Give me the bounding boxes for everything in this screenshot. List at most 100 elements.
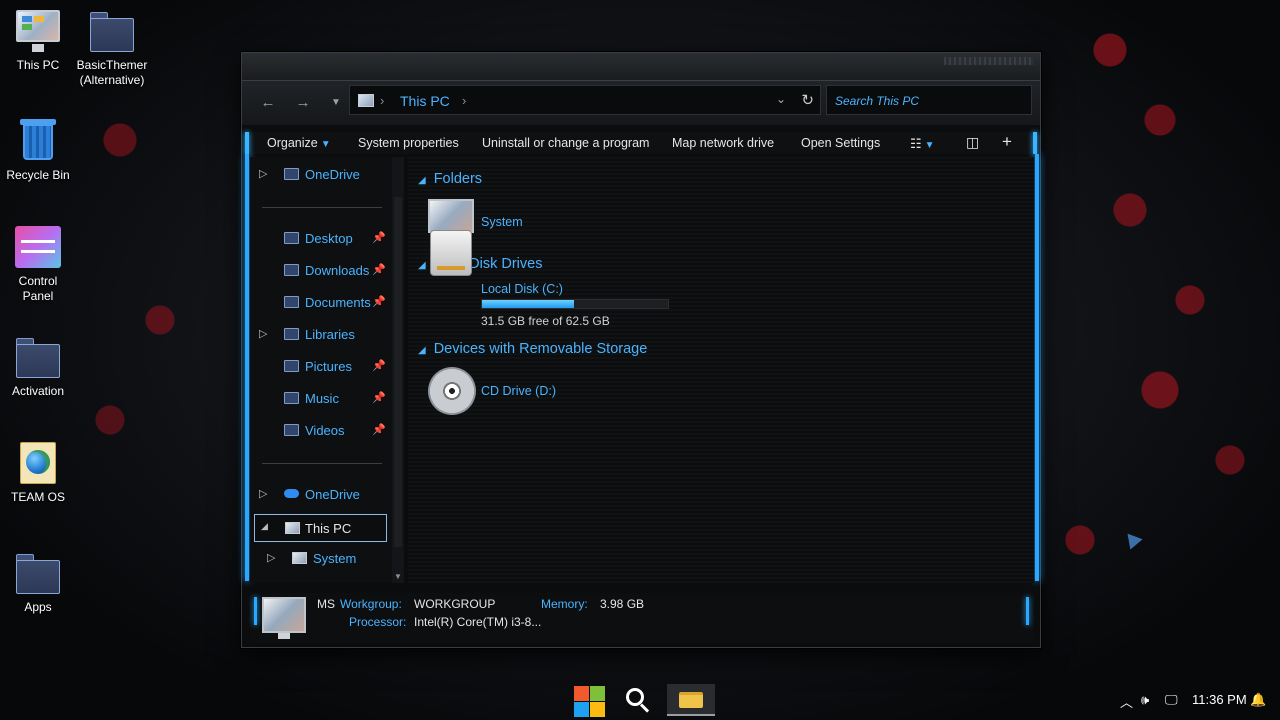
collapse-icon[interactable]: ◢	[261, 521, 268, 532]
scroll-down-arrow-icon[interactable]: ▼	[394, 572, 402, 581]
search-icon[interactable]	[626, 688, 650, 713]
clock[interactable]: 11:36 PM	[1192, 692, 1247, 707]
recent-locations-chevron-icon[interactable]: ▼	[326, 93, 346, 113]
nav-item-onedrive-top[interactable]: ▷ OneDrive	[250, 163, 390, 187]
system-icon	[292, 552, 307, 564]
hard-drive-icon	[430, 230, 472, 276]
navigation-scrollbar[interactable]: ▼	[392, 157, 404, 583]
address-dropdown-icon[interactable]: ⌄	[776, 92, 786, 106]
nav-item-label: Libraries	[305, 327, 355, 342]
cd-drive-icon	[428, 367, 476, 415]
pin-icon: 📌	[372, 296, 386, 308]
nav-item-pictures[interactable]: Pictures 📌	[250, 355, 390, 379]
nav-item-label: Videos	[305, 423, 345, 438]
search-box[interactable]: Search This PC	[826, 85, 1032, 115]
expand-icon[interactable]: ▷	[267, 551, 275, 564]
workgroup-label: Workgroup:	[340, 597, 402, 611]
address-bar[interactable]: › This PC › ⌄ ↻	[349, 85, 821, 115]
pc-icon	[285, 522, 300, 534]
windows-logo-icon	[574, 686, 589, 701]
uninstall-program-button[interactable]: Uninstall or change a program	[482, 136, 649, 150]
pc-icon	[262, 597, 306, 633]
title-bar[interactable]	[242, 53, 1040, 81]
nav-item-this-pc[interactable]: ◢ This PC	[254, 514, 387, 542]
chevron-up-icon[interactable]: ︿	[1120, 692, 1133, 711]
volume-icon[interactable]: 🕪	[1141, 692, 1149, 708]
accent-edge	[1033, 132, 1037, 154]
collapse-icon: ◢	[418, 175, 426, 186]
accent-edge	[245, 132, 249, 154]
desktop-icon-activation[interactable]: Activation	[0, 334, 76, 399]
breadcrumb-this-pc[interactable]: This PC	[400, 93, 450, 109]
chevron-down-icon: ▼	[924, 140, 935, 151]
chevron-down-icon: ▼	[320, 139, 331, 150]
expand-icon[interactable]: ▷	[259, 167, 267, 180]
music-folder-icon	[284, 392, 299, 404]
accent-edge	[1035, 154, 1039, 581]
scrollbar-thumb[interactable]	[394, 197, 402, 547]
nav-item-label: This PC	[305, 521, 352, 536]
preview-pane-icon[interactable]: ◫	[966, 134, 979, 151]
map-network-drive-button[interactable]: Map network drive	[672, 136, 774, 150]
nav-item-music[interactable]: Music 📌	[250, 387, 390, 411]
nav-item-libraries[interactable]: ▷ Libraries	[250, 323, 390, 347]
new-item-icon[interactable]: +	[1002, 132, 1012, 152]
disk-capacity-bar	[481, 299, 669, 309]
expand-icon[interactable]: ▷	[259, 487, 267, 500]
accent-edge	[245, 154, 249, 581]
title-decoration	[944, 57, 1034, 65]
desktop-icon-recycle-bin[interactable]: Recycle Bin	[0, 118, 76, 183]
accent-edge	[254, 597, 257, 625]
change-view-icon[interactable]: ☷ ▼	[910, 136, 935, 152]
desktop-icon-apps[interactable]: Apps	[0, 550, 76, 615]
content-pane: ◢ Folders System ◢ Hard Disk Drives Local …	[408, 157, 1034, 583]
desktop-icon-label: Activation	[11, 384, 65, 398]
organize-label: Organize	[267, 136, 318, 150]
taskbar-file-explorer[interactable]	[667, 684, 715, 716]
folder-icon	[14, 334, 62, 380]
nav-item-label: Downloads	[305, 263, 370, 278]
processor-label: Processor:	[349, 615, 407, 629]
nav-item-label: OneDrive	[305, 487, 360, 502]
mouse-cursor-icon	[1121, 528, 1143, 550]
nav-item-label: OneDrive	[305, 167, 360, 182]
nav-item-videos[interactable]: Videos 📌	[250, 419, 390, 443]
back-arrow-icon[interactable]: ←	[258, 93, 278, 113]
system-properties-button[interactable]: System properties	[358, 136, 459, 150]
pictures-folder-icon	[284, 360, 299, 372]
nav-item-system[interactable]: ▷ System	[250, 547, 390, 571]
expand-icon[interactable]: ▷	[259, 327, 267, 340]
pin-icon: 📌	[372, 424, 386, 436]
desktop-icon-label: Recycle Bin	[6, 168, 70, 182]
pc-stand	[278, 633, 290, 639]
group-header-folders[interactable]: ◢ Folders	[418, 171, 482, 187]
navigation-bar: ← → ▼ › This PC › ⌄ ↻ Search This PC	[242, 81, 1040, 125]
desktop-icon-this-pc[interactable]: This PC	[0, 8, 76, 73]
desktop-icon-basicthemer[interactable]: BasicThemer (Alternative)	[74, 8, 150, 88]
desktop-icon-label: Apps	[24, 600, 52, 614]
recycle-bin-icon	[14, 118, 62, 164]
nav-item-documents[interactable]: Documents 📌	[250, 291, 390, 315]
item-label: System	[481, 215, 523, 229]
desktop-icon-control-panel[interactable]: Control Panel	[0, 224, 76, 304]
nav-item-desktop[interactable]: Desktop 📌	[250, 227, 390, 251]
videos-folder-icon	[284, 424, 299, 436]
open-settings-button[interactable]: Open Settings	[801, 136, 880, 150]
windows-logo-segment	[590, 702, 605, 717]
desktop-icon-label: Control Panel	[18, 274, 58, 303]
group-header-removable-storage[interactable]: ◢ Devices with Removable Storage	[418, 341, 647, 357]
forward-arrow-icon[interactable]: →	[293, 93, 313, 113]
pin-icon: 📌	[372, 264, 386, 276]
pin-icon: 📌	[372, 360, 386, 372]
breadcrumb-separator[interactable]: ›	[462, 93, 466, 108]
nav-item-onedrive[interactable]: ▷ OneDrive	[250, 483, 390, 507]
notification-icon[interactable]: 🔔	[1250, 692, 1266, 708]
desktop-icon-label: BasicThemer (Alternative)	[76, 58, 148, 87]
command-bar: Organize ▼ System properties Uninstall or…	[242, 132, 1040, 154]
network-icon[interactable]: 🖵	[1165, 692, 1178, 708]
refresh-icon[interactable]: ↻	[801, 91, 814, 109]
start-button[interactable]	[572, 684, 606, 718]
organize-button[interactable]: Organize ▼	[267, 136, 331, 150]
nav-item-downloads[interactable]: Downloads 📌	[250, 259, 390, 283]
desktop-icon-team-os[interactable]: TEAM OS	[0, 440, 76, 505]
